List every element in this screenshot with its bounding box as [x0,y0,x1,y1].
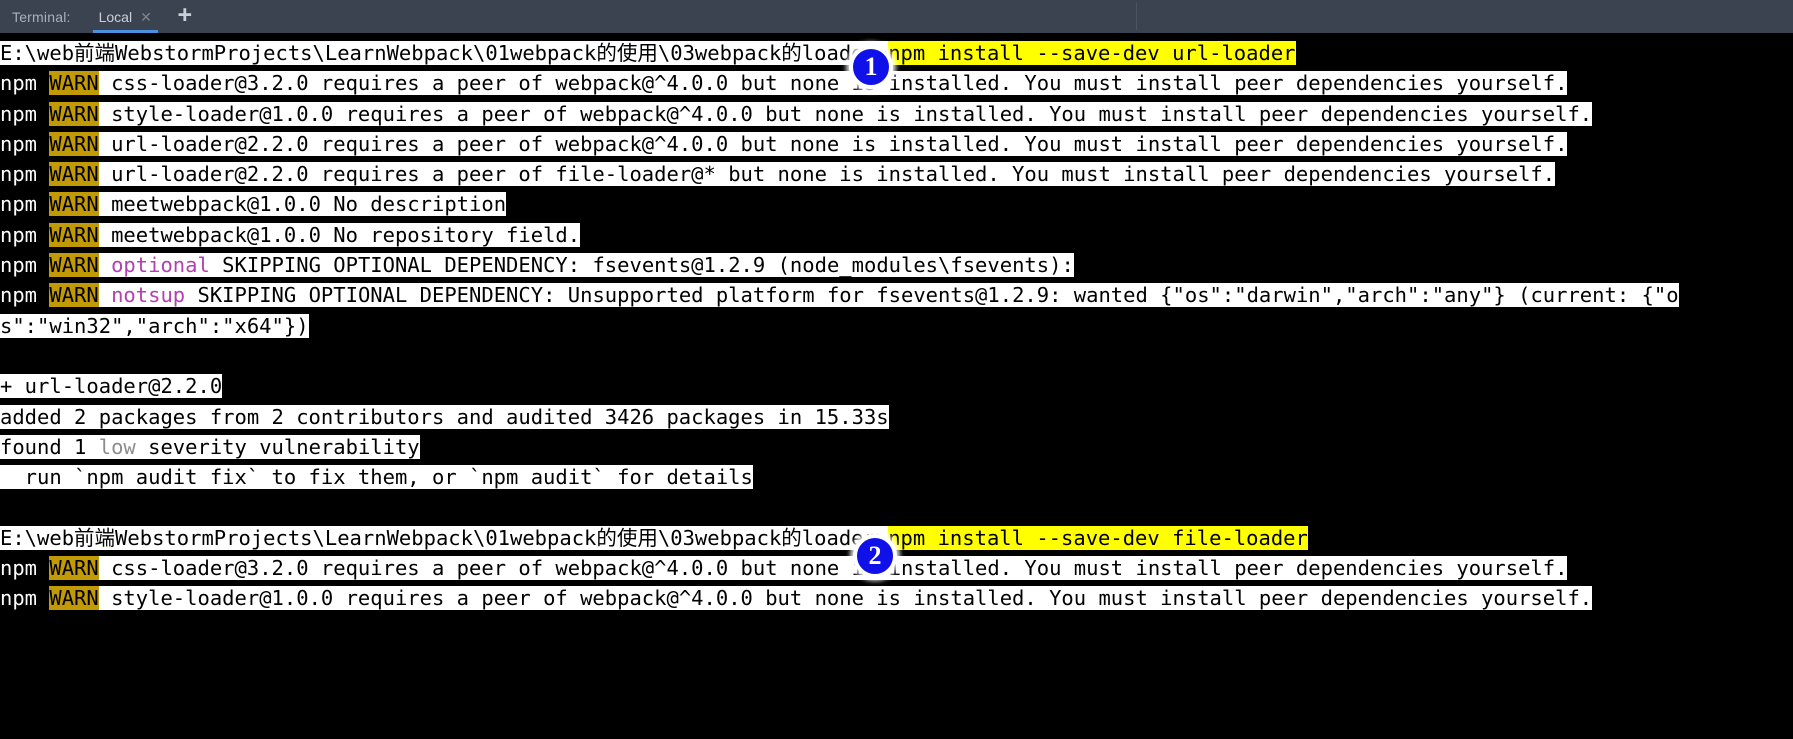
terminal-run: npm install --save-dev url-loader [888,41,1296,65]
terminal-run: s":"win32","arch":"x64"}) [0,313,309,338]
terminal-run: npm [0,283,50,308]
terminal-run: low [98,434,136,459]
terminal-run: css-loader@3.2.0 requires a peer of webp… [98,71,1568,96]
terminal-run: npm [0,222,50,247]
terminal-run: severity vulnerability [135,434,420,459]
terminal-run: WARN [49,71,99,96]
terminal-line-prompt: E:\web前端WebstormProjects\LearnWebpack\01… [0,38,1793,68]
terminal-tab-bar: Terminal: Local ✕ + [0,0,1793,33]
tab-local-label: Local [98,8,133,25]
tab-bar-filler [204,0,1136,33]
terminal-run: url-loader@2.2.0 requires a peer of webp… [98,131,1568,156]
terminal-output-pane[interactable]: E:\web前端WebstormProjects\LearnWebpack\01… [0,33,1793,739]
terminal-line-output: added 2 packages from 2 contributors and… [0,402,1793,432]
terminal-run: npm install --save-dev file-loader [888,525,1308,550]
terminal-run: meetwebpack@1.0.0 No repository field. [98,222,581,247]
annotation-badge-1: 1 [849,45,893,89]
terminal-run: npm [0,71,50,96]
terminal-line-prompt: E:\web前端WebstormProjects\LearnWebpack\01… [0,523,1793,553]
terminal-line-warn: npm WARN meetwebpack@1.0.0 No descriptio… [0,189,1793,219]
terminal-run: optional [111,253,210,278]
terminal-run [0,495,12,519]
terminal-run: npm [0,253,50,278]
terminal-line-warn: npm WARN style-loader@1.0.0 requires a p… [0,99,1793,129]
terminal-run: notsup [111,283,186,308]
terminal-line-blank [0,341,1793,371]
terminal-run: WARN [49,556,99,581]
terminal-run: SKIPPING OPTIONAL DEPENDENCY: fsevents@1… [209,253,1074,278]
terminal-run: E:\web前端WebstormProjects\LearnWebpack\01… [0,525,889,550]
terminal-run: npm [0,162,50,187]
terminal-run: + url-loader@2.2.0 [0,374,223,399]
add-terminal-tab-button[interactable]: + [166,0,204,33]
terminal-run: WARN [49,131,99,156]
terminal-line-warn: npm WARN url-loader@2.2.0 requires a pee… [0,129,1793,159]
terminal-run: found 1 [0,434,99,459]
terminal-run: WARN [49,253,99,278]
terminal-run: npm [0,556,50,581]
terminal-run: added 2 packages from 2 contributors and… [0,404,889,429]
terminal-line-output: + url-loader@2.2.0 [0,371,1793,401]
terminal-run [98,253,112,278]
terminal-run: meetwebpack@1.0.0 No description [98,192,507,217]
terminal-run: WARN [49,222,99,247]
terminal-run: style-loader@1.0.0 requires a peer of we… [98,586,1593,611]
terminal-toolwindow-label: Terminal: [12,8,71,25]
terminal-run: url-loader@2.2.0 requires a peer of file… [98,162,1556,187]
terminal-lines: E:\web前端WebstormProjects\LearnWebpack\01… [0,33,1793,614]
terminal-line-warn: npm WARN notsup SKIPPING OPTIONAL DEPEND… [0,280,1793,310]
terminal-run: run `npm audit fix` to fix them, or `npm… [0,465,753,490]
terminal-line-wrap: s":"win32","arch":"x64"}) [0,311,1793,341]
terminal-run: SKIPPING OPTIONAL DEPENDENCY: Unsupporte… [185,283,1679,308]
terminal-run: css-loader@3.2.0 requires a peer of webp… [98,556,1568,581]
terminal-run: npm [0,131,50,156]
terminal-run: style-loader@1.0.0 requires a peer of we… [98,101,1593,126]
terminal-line-warn: npm WARN style-loader@1.0.0 requires a p… [0,583,1793,613]
terminal-line-blank [0,492,1793,522]
terminal-run: WARN [49,283,99,308]
terminal-line-output: run `npm audit fix` to fix them, or `npm… [0,462,1793,492]
close-icon[interactable]: ✕ [140,10,152,24]
terminal-line-warn: npm WARN meetwebpack@1.0.0 No repository… [0,220,1793,250]
terminal-line-warn: npm WARN css-loader@3.2.0 requires a pee… [0,68,1793,98]
terminal-run [0,344,12,368]
terminal-line-output: found 1 low severity vulnerability [0,432,1793,462]
terminal-run: npm [0,192,50,217]
terminal-run: WARN [49,162,99,187]
terminal-run: E:\web前端WebstormProjects\LearnWebpack\01… [0,41,889,65]
terminal-run: npm [0,586,50,611]
terminal-run: WARN [49,101,99,126]
tab-bar-right-region [1137,0,1793,33]
terminal-line-warn: npm WARN url-loader@2.2.0 requires a pee… [0,159,1793,189]
terminal-run: npm [0,101,50,126]
terminal-run: WARN [49,586,99,611]
terminal-run [98,283,112,308]
annotation-badge-2: 2 [853,534,897,578]
tab-local[interactable]: Local ✕ [85,0,166,33]
terminal-line-warn: npm WARN optional SKIPPING OPTIONAL DEPE… [0,250,1793,280]
terminal-run: WARN [49,192,99,217]
